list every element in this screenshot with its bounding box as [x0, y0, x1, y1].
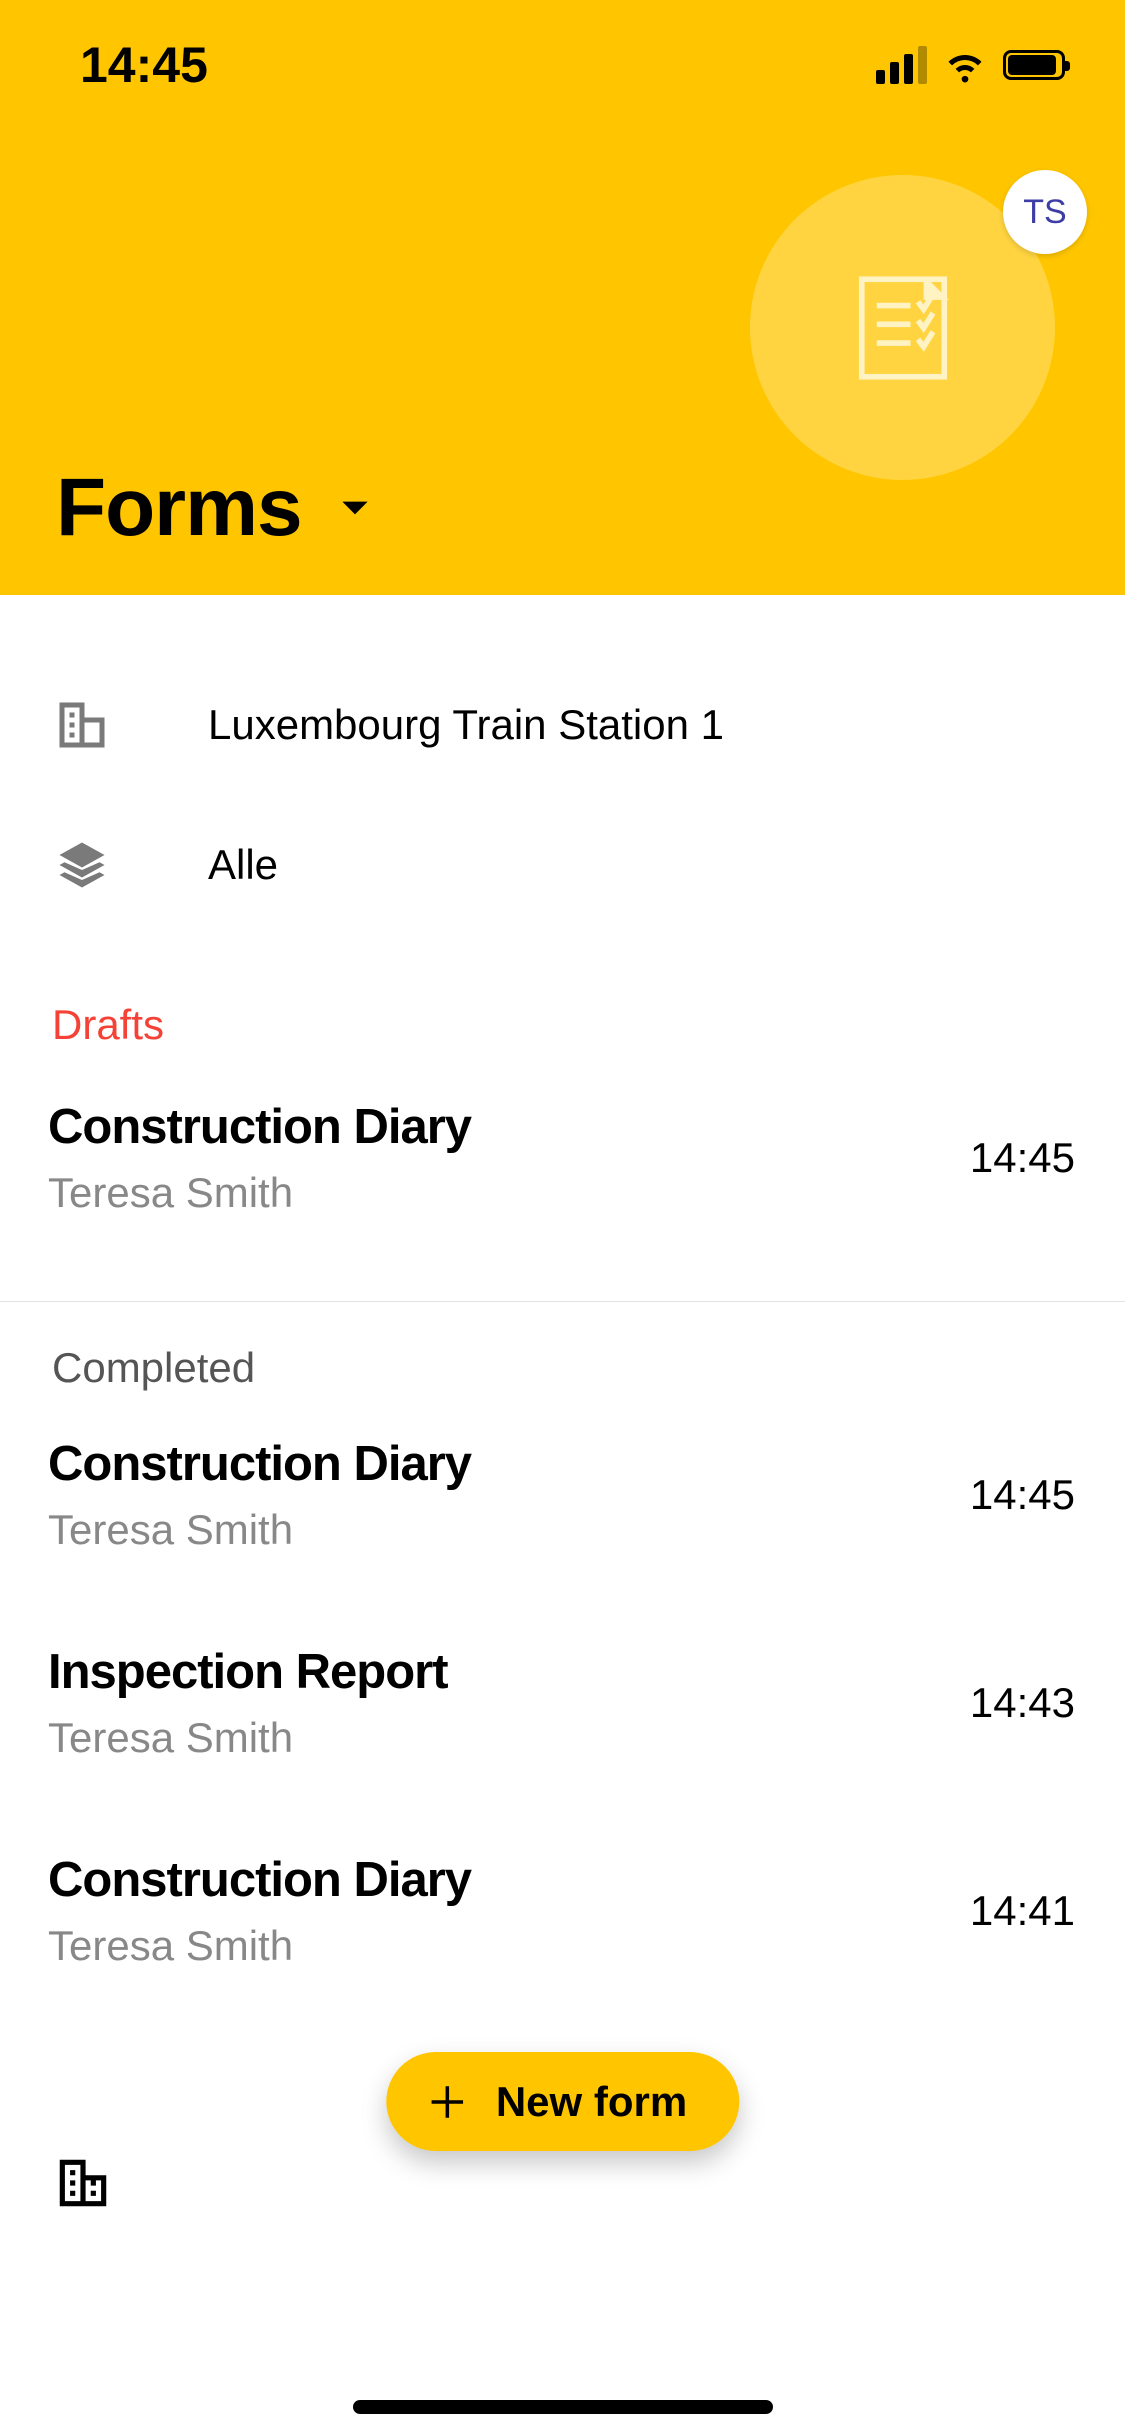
- form-author: Teresa Smith: [48, 1714, 448, 1762]
- form-author: Teresa Smith: [48, 1169, 471, 1217]
- avatar-initials: TS: [1023, 193, 1066, 232]
- plus-icon: [426, 2081, 468, 2123]
- project-filter[interactable]: Luxembourg Train Station 1: [52, 655, 1073, 795]
- new-form-label: New form: [496, 2078, 687, 2126]
- list-item[interactable]: Construction Diary Teresa Smith 14:45: [0, 1099, 1125, 1277]
- section-header-completed: Completed: [0, 1330, 1125, 1436]
- title-dropdown[interactable]: Forms: [56, 461, 374, 555]
- form-time: 14:45: [970, 1471, 1075, 1519]
- form-title: Construction Diary: [48, 1852, 471, 1908]
- section-header-drafts: Drafts: [0, 965, 1125, 1099]
- home-indicator: [353, 2400, 773, 2414]
- battery-icon: [1003, 50, 1065, 80]
- list-item[interactable]: Inspection Report Teresa Smith 14:43: [0, 1644, 1125, 1852]
- status-bar: 14:45: [0, 0, 1125, 130]
- status-indicators: [876, 45, 1065, 85]
- form-time: 14:43: [970, 1679, 1075, 1727]
- building-icon: [52, 695, 112, 755]
- status-time: 14:45: [80, 36, 208, 94]
- list-item[interactable]: Construction Diary Teresa Smith 14:41: [0, 1852, 1125, 2060]
- form-title: Construction Diary: [48, 1099, 471, 1155]
- page-title: Forms: [56, 461, 302, 555]
- cellular-signal-icon: [876, 46, 927, 84]
- avatar[interactable]: TS: [1003, 170, 1087, 254]
- form-time: 14:45: [970, 1134, 1075, 1182]
- scope-filter[interactable]: Alle: [52, 795, 1073, 935]
- layers-icon: [52, 835, 112, 895]
- projects-tab-icon[interactable]: [52, 2152, 114, 2214]
- wifi-icon: [945, 45, 985, 85]
- list-item[interactable]: Construction Diary Teresa Smith 14:45: [0, 1436, 1125, 1644]
- chevron-down-icon: [336, 489, 374, 527]
- header: TS Forms: [0, 130, 1125, 595]
- form-time: 14:41: [970, 1887, 1075, 1935]
- new-form-button[interactable]: New form: [386, 2052, 739, 2151]
- form-title: Construction Diary: [48, 1436, 471, 1492]
- form-author: Teresa Smith: [48, 1922, 471, 1970]
- form-title: Inspection Report: [48, 1644, 448, 1700]
- filters: Luxembourg Train Station 1 Alle: [0, 595, 1125, 965]
- form-author: Teresa Smith: [48, 1506, 471, 1554]
- project-filter-label: Luxembourg Train Station 1: [208, 701, 724, 749]
- scope-filter-label: Alle: [208, 841, 278, 889]
